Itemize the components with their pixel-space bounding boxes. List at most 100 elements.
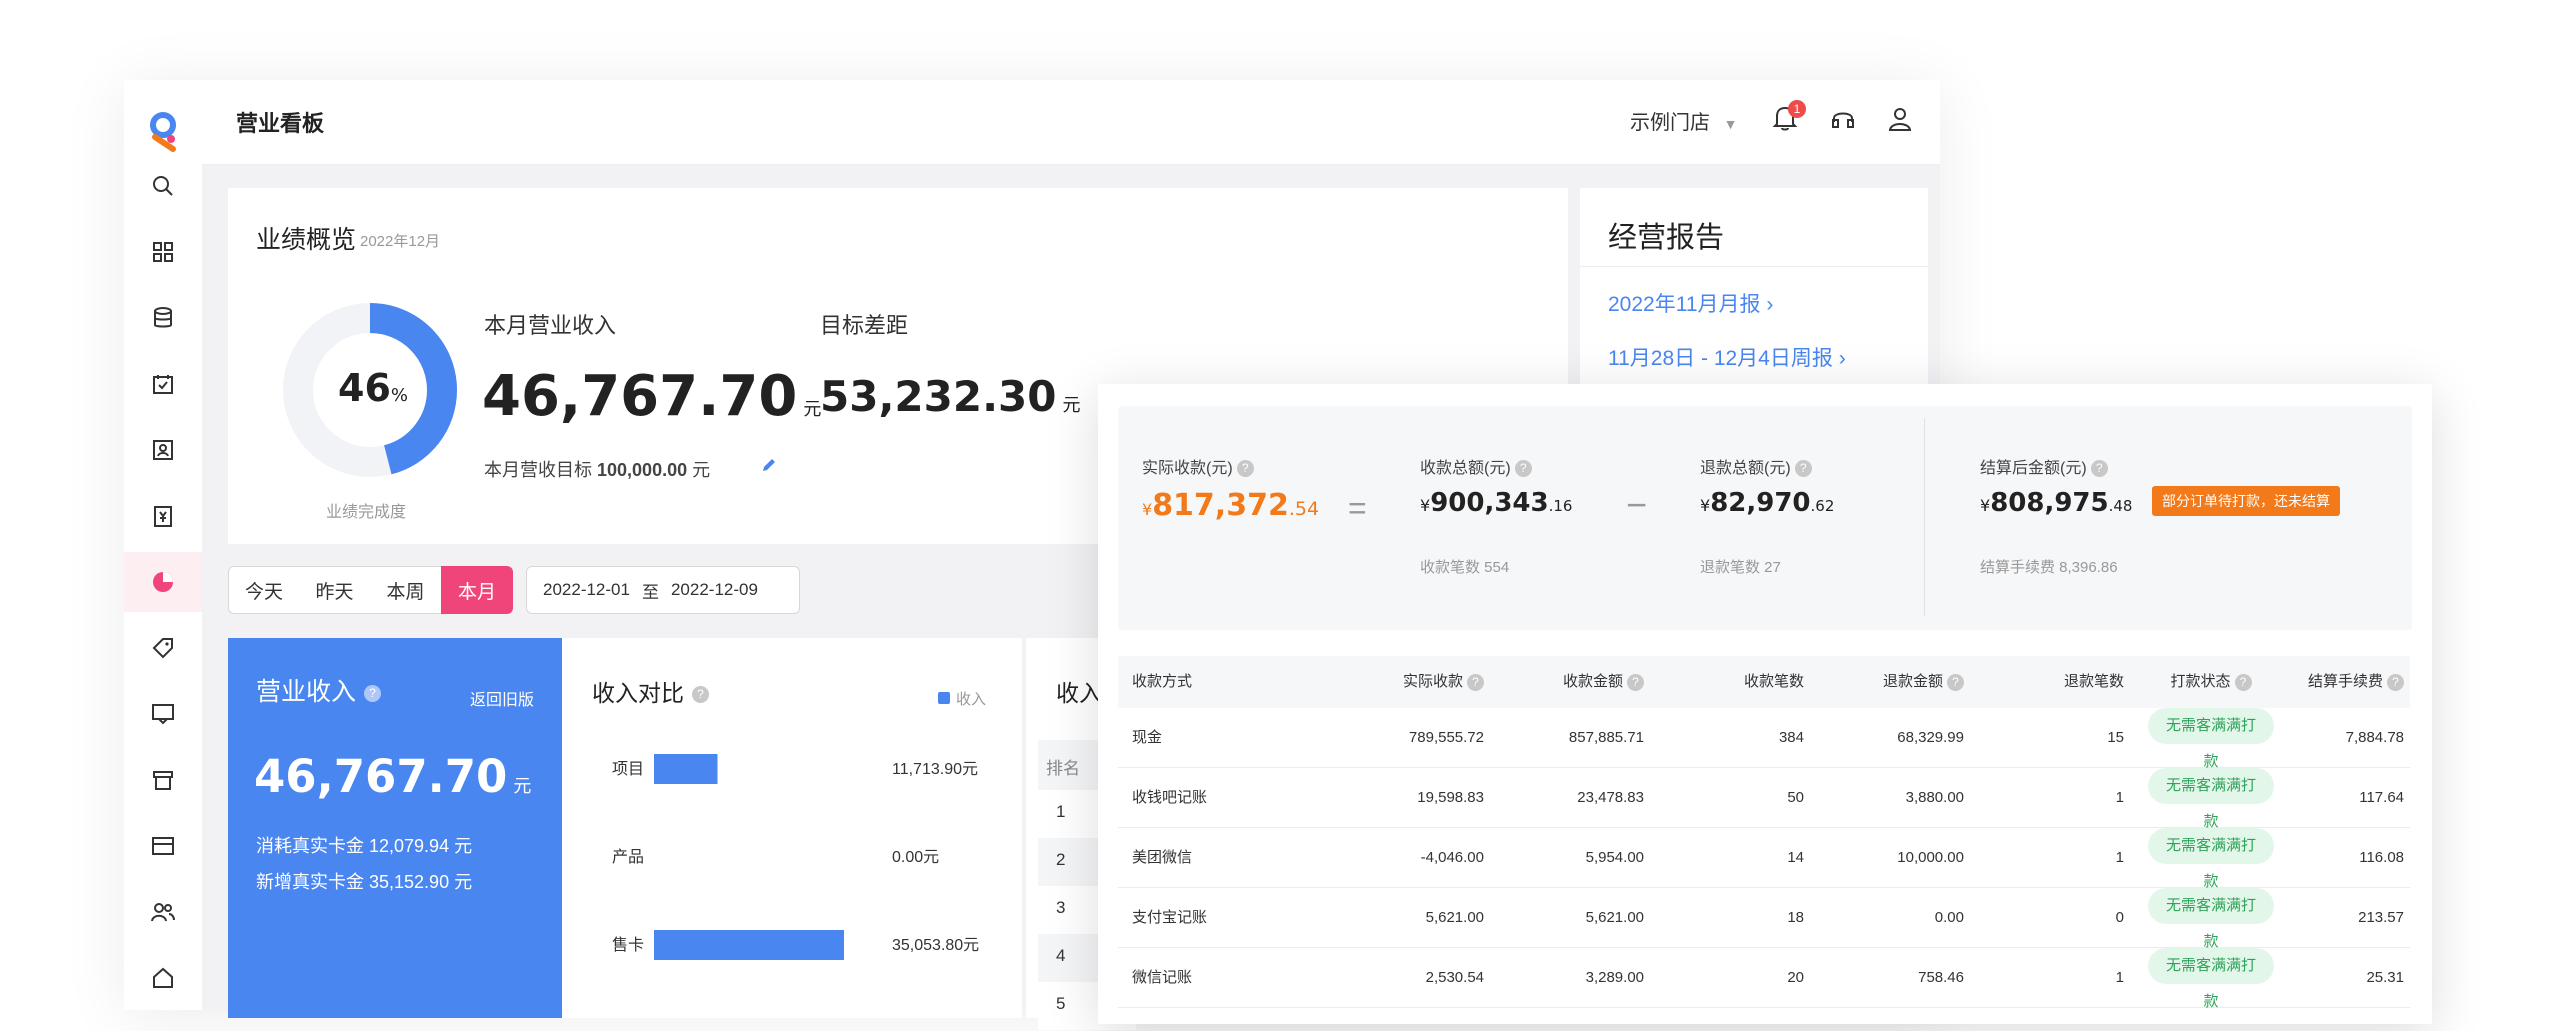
value-label: 35,053.80元 xyxy=(892,937,979,954)
target-line: 本月营收目标 100,000.00 元 xyxy=(484,460,711,480)
status-badge: 无需客满满打款 xyxy=(2148,888,2274,950)
income-card: 营业收入? 返回旧版 46,767.70 元 消耗真实卡金 12,079.94 元… xyxy=(228,638,562,1018)
cell-fee: 117.64 xyxy=(2359,789,2404,806)
rank-number: 2 xyxy=(1056,850,1066,869)
logo-icon xyxy=(124,102,202,162)
summary-divider xyxy=(1924,418,1925,616)
overview-month: 2022年12月 xyxy=(360,233,441,250)
calendar-check-icon[interactable] xyxy=(124,354,202,414)
col-actual: 实际收款? xyxy=(1338,656,1484,708)
message-icon[interactable] xyxy=(124,684,202,744)
status-badge: 无需客满满打款 xyxy=(2148,828,2274,890)
bill-icon[interactable] xyxy=(124,486,202,546)
help-icon[interactable]: ? xyxy=(1467,673,1484,691)
cell-amount: 857,885.71 xyxy=(1568,729,1644,746)
notification-badge: 1 xyxy=(1788,100,1806,118)
income-line-1: 消耗真实卡金 12,079.94 元 xyxy=(256,836,473,856)
cell-refund-amount: 758.46 xyxy=(1918,969,1964,986)
settled-value: ¥808,975.48 xyxy=(1980,488,2133,518)
gap-label: 目标差距 xyxy=(820,313,909,338)
users-icon[interactable] xyxy=(124,882,202,942)
card-icon[interactable] xyxy=(124,816,202,876)
box-icon[interactable] xyxy=(124,750,202,810)
cell-amount: 5,621.00 xyxy=(1585,909,1644,926)
sidebar xyxy=(124,80,202,1010)
cell-count: 384 xyxy=(1778,729,1804,746)
table-row: 微信记账 2,530.54 3,289.00 20 758.46 1 无需客满满打款 25.3… xyxy=(1118,948,2410,1010)
back-to-old-link[interactable]: 返回旧版 xyxy=(470,686,534,710)
income-value: 46,767.70 元 xyxy=(254,750,532,803)
progress-value: 46% xyxy=(338,366,408,410)
col-fee: 结算手续费? xyxy=(2258,656,2404,708)
help-icon[interactable]: ? xyxy=(1794,460,1812,478)
table-header: 收款方式 实际收款? 收款金额? 收款笔数 退款金额? 退款笔数 打款状态? 结… xyxy=(1118,656,2410,708)
search-icon[interactable] xyxy=(124,156,202,216)
help-icon[interactable]: ? xyxy=(2090,460,2108,478)
help-icon[interactable]: ? xyxy=(2234,673,2252,691)
cell-refund-amount: 0.00 xyxy=(1934,909,1964,926)
cell-status: 无需客满满打款 xyxy=(2148,948,2274,1010)
income-line-2: 新增真实卡金 35,152.90 元 xyxy=(256,872,473,892)
cell-status: 无需客满满打款 xyxy=(2148,888,2274,950)
tag-icon[interactable] xyxy=(124,618,202,678)
rank-header: 排名 xyxy=(1046,759,1080,778)
help-icon[interactable]: ? xyxy=(2387,673,2404,691)
category-label: 项目 xyxy=(612,761,644,778)
date-range-picker[interactable]: 2022-12-01 至 2022-12-09 xyxy=(526,566,800,614)
headset-icon[interactable] xyxy=(1830,106,1856,137)
compare-card: 收入对比? 收入 项目 11,713.90元 产品 0.00元 售卡 35,053.80元… xyxy=(562,638,1022,1018)
report-link-weekly[interactable]: 11月28日 - 12月4日周报 › xyxy=(1608,342,1846,372)
rank-number: 1 xyxy=(1056,802,1066,821)
help-icon[interactable]: ? xyxy=(1514,460,1532,478)
tab-yesterday[interactable]: 昨天 xyxy=(299,566,371,614)
cell-actual: 2,530.54 xyxy=(1425,969,1484,986)
help-icon[interactable]: ? xyxy=(692,686,709,704)
help-icon[interactable]: ? xyxy=(1947,673,1964,691)
status-badge: 无需客满满打款 xyxy=(2148,768,2274,830)
help-icon[interactable]: ? xyxy=(1236,460,1254,478)
table-row: 收钱吧记账 19,598.83 23,478.83 50 3,880.00 1 无需客满满打… xyxy=(1118,768,2410,830)
user-icon[interactable] xyxy=(1888,106,1912,137)
database-icon[interactable] xyxy=(124,288,202,348)
cell-amount: 23,478.83 xyxy=(1577,789,1644,806)
report-link-monthly[interactable]: 2022年11月月报 › xyxy=(1608,288,1773,318)
divider xyxy=(1580,266,1928,267)
help-icon[interactable]: ? xyxy=(364,684,382,702)
chart-legend: 收入 xyxy=(938,688,986,709)
tab-today[interactable]: 今天 xyxy=(228,566,300,614)
refund-label: 退款总额(元)? xyxy=(1700,454,1812,478)
col-refund-amount: 退款金额? xyxy=(1818,656,1964,708)
home-icon[interactable] xyxy=(124,948,202,1008)
table-row: 美团微信 -4,046.00 5,954.00 14 10,000.00 1 无需客满满打款… xyxy=(1118,828,2410,890)
store-selector[interactable]: 示例门店 ▼ xyxy=(1630,106,1737,135)
settled-label: 结算后金额(元)? xyxy=(1980,454,2108,478)
col-count: 收款笔数 xyxy=(1743,673,1804,690)
rank-number: 5 xyxy=(1056,994,1066,1013)
cell-method: 美团微信 xyxy=(1132,849,1193,866)
status-badge: 无需客满满打款 xyxy=(2148,948,2274,1010)
pie-chart-icon[interactable] xyxy=(124,552,202,612)
tab-this-month[interactable]: 本月 xyxy=(441,566,513,614)
chevron-down-icon: ▼ xyxy=(1723,116,1738,132)
tab-this-week[interactable]: 本周 xyxy=(370,566,442,614)
help-icon[interactable]: ? xyxy=(1627,673,1644,691)
progress-caption: 业绩完成度 xyxy=(326,504,407,521)
report-title: 经营报告 xyxy=(1608,222,1725,254)
overview-title: 业绩概览 xyxy=(256,226,357,254)
grid-icon[interactable] xyxy=(124,222,202,282)
bar xyxy=(654,930,844,960)
cell-method: 支付宝记账 xyxy=(1132,909,1208,926)
store-name: 示例门店 xyxy=(1630,112,1710,134)
cell-refund-count: 1 xyxy=(2115,849,2124,866)
value-label: 0.00元 xyxy=(892,849,939,866)
cell-refund-count: 1 xyxy=(2115,789,2124,806)
total-value: ¥900,343.16 xyxy=(1420,488,1573,518)
cell-refund-count: 0 xyxy=(2115,909,2124,926)
legend-swatch xyxy=(938,692,950,704)
cell-amount: 5,954.00 xyxy=(1585,849,1644,866)
edit-icon[interactable] xyxy=(760,456,778,479)
refund-count: 退款笔数 27 xyxy=(1700,559,1781,576)
contact-card-icon[interactable] xyxy=(124,420,202,480)
rank-title: 收入 xyxy=(1056,680,1102,706)
revenue-label: 本月营业收入 xyxy=(484,313,617,338)
